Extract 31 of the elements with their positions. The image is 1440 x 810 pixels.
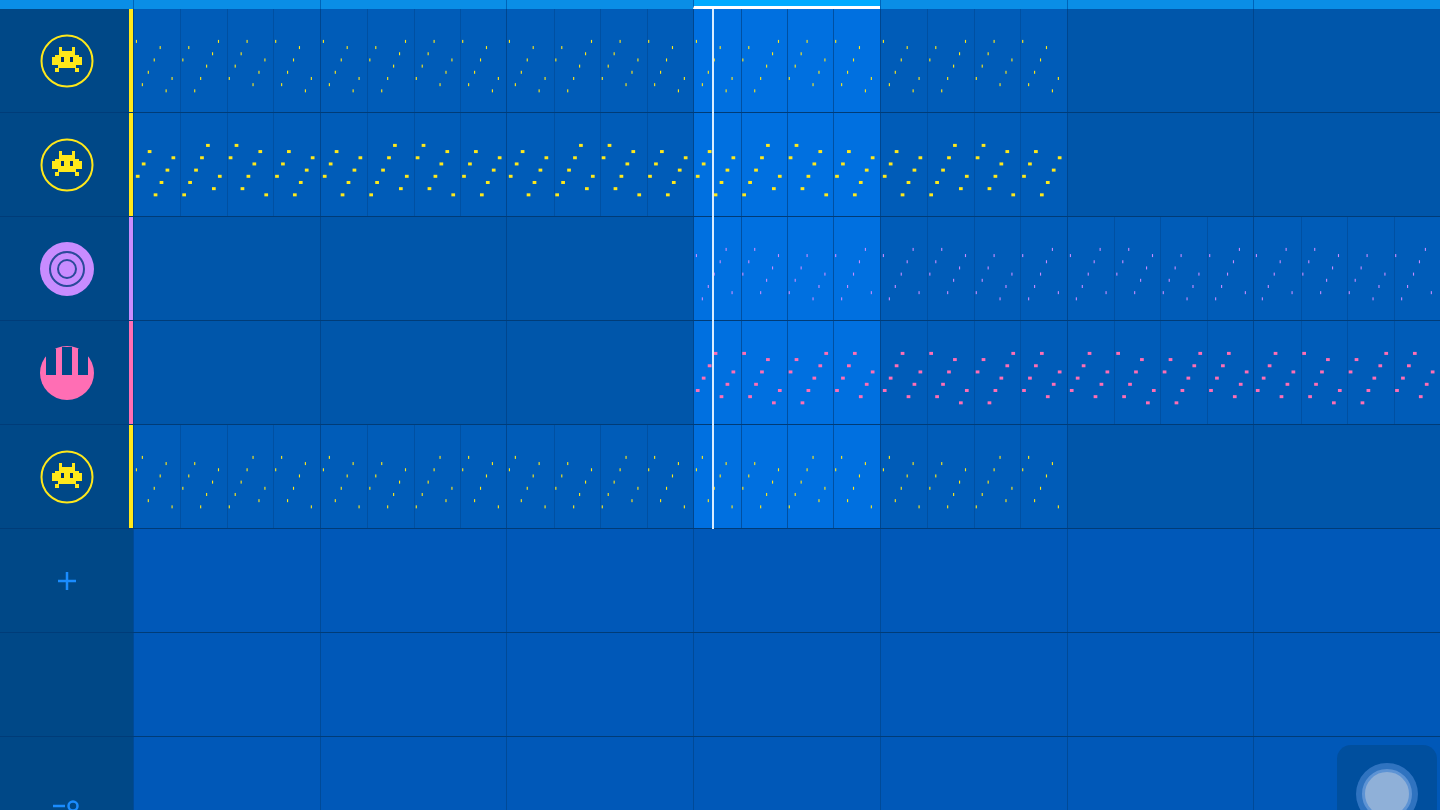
pattern-clip[interactable] [879, 425, 1067, 528]
pattern-clip[interactable] [879, 113, 1067, 216]
pattern-clip[interactable] [879, 9, 1067, 112]
pattern-clip[interactable] [1253, 217, 1440, 320]
pattern-clip[interactable] [693, 217, 880, 320]
alien-icon[interactable] [38, 448, 95, 505]
pattern-clip[interactable] [693, 113, 880, 216]
pattern-clip[interactable] [1066, 217, 1254, 320]
pattern-clip[interactable] [506, 113, 694, 216]
alien-icon[interactable] [38, 32, 95, 89]
pattern-clip[interactable] [1066, 321, 1254, 424]
target-icon[interactable] [38, 240, 95, 297]
floating-button[interactable] [1337, 745, 1437, 810]
pattern-clip[interactable] [319, 9, 507, 112]
plus-icon[interactable] [55, 569, 78, 592]
pattern-clip[interactable] [879, 217, 1067, 320]
pattern-clip[interactable] [319, 425, 507, 528]
pattern-clip[interactable] [319, 113, 507, 216]
pattern-clip[interactable] [693, 425, 880, 528]
pattern-clip[interactable] [506, 425, 694, 528]
pattern-clip[interactable] [506, 9, 694, 112]
pattern-clip[interactable] [879, 321, 1067, 424]
playhead[interactable] [712, 9, 715, 529]
pattern-clip[interactable] [133, 113, 320, 216]
pattern-clip[interactable] [693, 321, 880, 424]
alien-icon[interactable] [38, 136, 95, 193]
piano-keys-icon[interactable] [38, 344, 95, 401]
pattern-clip[interactable] [693, 9, 880, 112]
pattern-clip[interactable] [133, 9, 320, 112]
pattern-clip[interactable] [133, 425, 320, 528]
pattern-clip[interactable] [1253, 321, 1440, 424]
